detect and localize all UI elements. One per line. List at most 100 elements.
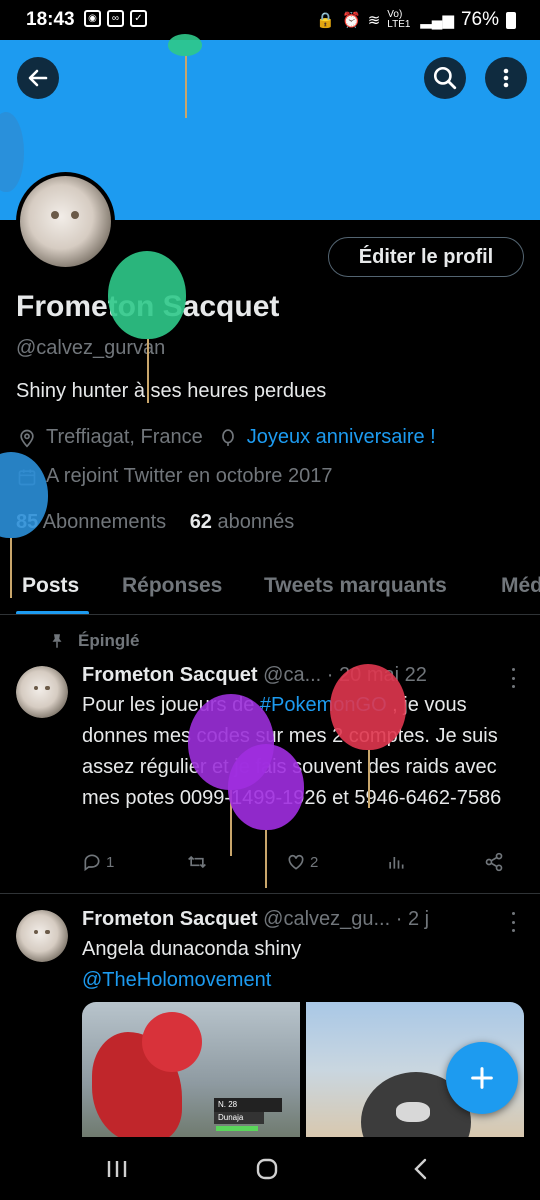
wifi-icon: ≋ xyxy=(367,12,381,29)
share-button[interactable] xyxy=(484,852,504,872)
status-time: 18:43 xyxy=(26,9,75,30)
tweet-media-image[interactable]: N. 28 Dunaja xyxy=(82,1002,300,1138)
views-button[interactable] xyxy=(386,852,406,872)
views-chart-icon xyxy=(389,857,404,869)
pinned-indicator: Épinglé xyxy=(48,631,139,651)
followers-link[interactable]: 62 abonnés xyxy=(190,511,295,533)
tweet-header: Frometon Sacquet @calvez_gu... · 2 j xyxy=(82,908,429,931)
profile-location: Treffiagat, France xyxy=(46,426,203,448)
rock-creature-face xyxy=(396,1102,430,1122)
balloon-string xyxy=(265,830,267,888)
heart-icon xyxy=(288,854,304,870)
game-icon: ◉ xyxy=(84,10,101,27)
more-vertical-icon xyxy=(503,68,509,88)
following-label: Abonnements xyxy=(42,511,167,533)
follow-stats: 85 Abonnements 62 abonnés xyxy=(16,511,294,534)
profile-bio: Shiny hunter à ses heures perdues xyxy=(16,380,327,402)
balloon-decoration xyxy=(330,664,406,750)
tab-media[interactable]: Méd xyxy=(501,574,540,598)
tweet-more-button[interactable] xyxy=(506,912,520,932)
tab-posts[interactable]: Posts xyxy=(22,574,79,598)
search-button[interactable] xyxy=(424,57,466,99)
reply-icon xyxy=(84,854,100,872)
battery-percent: 76% xyxy=(460,9,499,30)
back-button[interactable] xyxy=(17,57,59,99)
tweet-more-button[interactable] xyxy=(506,668,520,688)
cat-photo xyxy=(20,176,111,267)
check-icon: ✓ xyxy=(130,10,147,27)
mention-link[interactable]: @TheHolomovement xyxy=(82,965,512,996)
arrow-left-icon xyxy=(28,69,48,87)
retweet-button[interactable] xyxy=(186,852,208,872)
balloon-icon xyxy=(217,427,239,449)
tweet-avatar[interactable] xyxy=(16,910,68,962)
tweet-text: Angela dunaconda shiny @TheHolomovement xyxy=(82,934,512,996)
red-creature-head xyxy=(142,1012,202,1072)
balloon-string xyxy=(185,56,187,118)
profile-joined-row: A rejoint Twitter en octobre 2017 xyxy=(16,465,332,488)
compose-tweet-button[interactable] xyxy=(446,1042,518,1114)
reply-button[interactable]: 1 xyxy=(82,852,114,872)
cat-photo xyxy=(16,666,68,718)
alarm-icon: ⏰ xyxy=(342,12,361,29)
tab-replies[interactable]: Réponses xyxy=(122,574,222,598)
plus-icon xyxy=(471,1067,493,1089)
profile-avatar[interactable] xyxy=(16,172,115,271)
tweet-author-name[interactable]: Frometon Sacquet xyxy=(82,664,258,686)
hp-bar xyxy=(216,1126,258,1131)
battle-name-tag: Dunaja xyxy=(214,1112,264,1124)
followers-label: abonnés xyxy=(217,511,295,533)
voicemail-icon: ∞ xyxy=(107,10,124,27)
home-button[interactable] xyxy=(252,1155,282,1183)
profile-handle: @calvez_gurvan xyxy=(16,337,166,359)
avatar-eye xyxy=(45,685,50,691)
edit-profile-button[interactable]: Éditer le profil xyxy=(328,237,524,277)
balloon-string xyxy=(10,538,12,598)
avatar-eye xyxy=(33,685,39,691)
profile-joined: A rejoint Twitter en octobre 2017 xyxy=(46,465,333,487)
back-nav-button[interactable] xyxy=(405,1155,435,1183)
avatar-eye xyxy=(50,210,60,219)
cat-photo xyxy=(16,910,68,962)
balloon-decoration xyxy=(108,251,186,339)
battle-level-tag: N. 28 xyxy=(214,1098,282,1112)
balloon-decoration xyxy=(168,34,202,56)
tweet-meta: @calvez_gu... · 2 j xyxy=(263,908,430,930)
pinned-label: Épinglé xyxy=(78,631,140,650)
pin-icon xyxy=(52,634,62,648)
tweet-author-name[interactable]: Frometon Sacquet xyxy=(82,908,258,930)
tab-highlights[interactable]: Tweets marquants xyxy=(264,574,447,598)
more-options-button[interactable] xyxy=(485,57,527,99)
avatar-eye xyxy=(33,929,39,935)
balloon-decoration xyxy=(228,744,304,830)
network-label: Vo) LTE1 xyxy=(387,9,411,30)
recents-icon xyxy=(107,1161,127,1177)
chevron-left-icon xyxy=(414,1158,427,1180)
like-count: 2 xyxy=(310,853,319,871)
balloon-string xyxy=(147,339,149,403)
tweet-text-body: Angela dunaconda shiny xyxy=(82,938,302,960)
tweet-avatar[interactable] xyxy=(16,666,68,718)
notification-icons: ◉ ∞ ✓ xyxy=(84,10,147,27)
followers-count: 62 xyxy=(189,511,212,533)
profile-tabs: Posts Réponses Tweets marquants Méd xyxy=(0,560,540,615)
birthday-link[interactable]: Joyeux anniversaire ! xyxy=(247,426,436,449)
avatar-eye xyxy=(45,929,50,935)
avatar-eye xyxy=(70,210,80,219)
tweet-actions: 1 2 xyxy=(82,852,512,882)
recent-apps-button[interactable] xyxy=(102,1155,132,1183)
signal-icon: ▂▄▆ xyxy=(420,12,454,29)
reply-count: 1 xyxy=(106,853,115,871)
like-button[interactable]: 2 xyxy=(286,852,318,872)
system-nav-bar xyxy=(0,1137,540,1200)
share-icon xyxy=(485,852,503,872)
search-icon xyxy=(433,66,457,90)
battery-icon xyxy=(506,11,516,29)
balloon-string xyxy=(368,750,370,808)
profile-meta-row: Treffiagat, France Joyeux anniversaire ! xyxy=(16,426,436,449)
status-bar: 18:43 ◉ ∞ ✓ 🔒 ⏰ ≋ Vo) LTE1 ▂▄▆ 76% xyxy=(0,0,540,40)
system-icons: 🔒 ⏰ ≋ Vo) LTE1 ▂▄▆ 76% xyxy=(316,9,516,31)
retweet-icon xyxy=(188,855,206,869)
active-tab-indicator xyxy=(16,611,89,614)
location-pin-icon xyxy=(16,427,38,449)
